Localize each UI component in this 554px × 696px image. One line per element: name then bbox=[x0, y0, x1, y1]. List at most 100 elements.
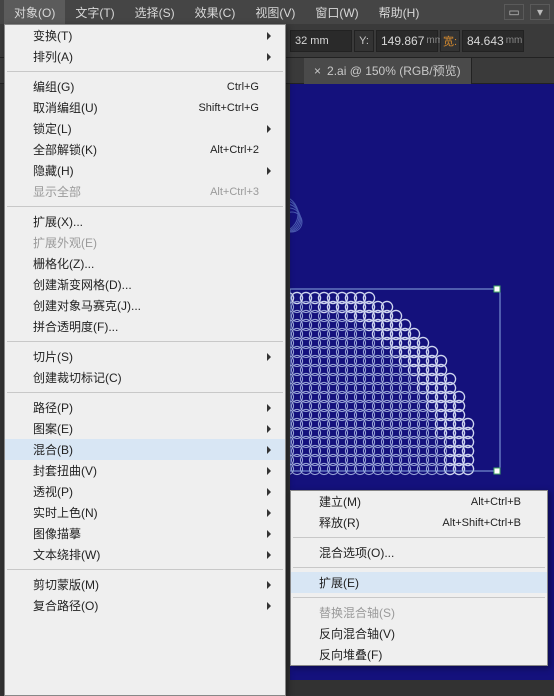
menubar: 对象(O) 文字(T) 选择(S) 效果(C) 视图(V) 窗口(W) 帮助(H… bbox=[0, 0, 554, 24]
object-menu-item-24[interactable]: 透视(P) bbox=[5, 481, 285, 502]
menu-item-label: 扩展(X)... bbox=[33, 213, 83, 230]
object-menu-item-10[interactable]: 扩展(X)... bbox=[5, 211, 285, 232]
menu-effect[interactable]: 效果(C) bbox=[185, 0, 246, 25]
object-menu-item-11: 扩展外观(E) bbox=[5, 232, 285, 253]
blend-menu-item-7: 替换混合轴(S) bbox=[291, 602, 547, 623]
menu-item-label: 栅格化(Z)... bbox=[33, 255, 94, 272]
menu-separator bbox=[293, 597, 545, 598]
menubar-icons: ▭ ▾ bbox=[504, 4, 550, 20]
blend-menu-item-9[interactable]: 反向堆叠(F) bbox=[291, 644, 547, 665]
object-menu-item-22[interactable]: 混合(B) bbox=[5, 439, 285, 460]
close-icon[interactable]: × bbox=[314, 64, 321, 78]
menu-item-label: 复合路径(O) bbox=[33, 597, 98, 614]
object-menu-item-21[interactable]: 图案(E) bbox=[5, 418, 285, 439]
object-menu-item-4[interactable]: 取消编组(U) Shift+Ctrl+G bbox=[5, 97, 285, 118]
menu-item-label: 扩展外观(E) bbox=[33, 234, 97, 251]
menu-item-label: 混合选项(O)... bbox=[319, 544, 394, 561]
object-menu-item-7[interactable]: 隐藏(H) bbox=[5, 160, 285, 181]
menu-select[interactable]: 选择(S) bbox=[125, 0, 185, 25]
menu-separator bbox=[7, 206, 283, 207]
menu-view[interactable]: 视图(V) bbox=[245, 0, 305, 25]
blend-menu-item-5[interactable]: 扩展(E) bbox=[291, 572, 547, 593]
menu-separator bbox=[7, 569, 283, 570]
object-menu-item-14[interactable]: 创建对象马赛克(J)... bbox=[5, 295, 285, 316]
doc-tab[interactable]: × 2.ai @ 150% (RGB/预览) bbox=[304, 58, 472, 84]
menu-item-label: 创建对象马赛克(J)... bbox=[33, 297, 141, 314]
object-menu-item-6[interactable]: 全部解锁(K) Alt+Ctrl+2 bbox=[5, 139, 285, 160]
object-menu-item-1[interactable]: 排列(A) bbox=[5, 46, 285, 67]
y-value[interactable]: 149.867mm bbox=[376, 30, 438, 52]
menu-item-label: 反向混合轴(V) bbox=[319, 625, 395, 642]
menu-object[interactable]: 对象(O) bbox=[4, 0, 65, 25]
menu-separator bbox=[7, 392, 283, 393]
shortcut-label: Alt+Ctrl+2 bbox=[210, 144, 259, 156]
object-menu-item-13[interactable]: 创建渐变网格(D)... bbox=[5, 274, 285, 295]
menu-item-label: 隐藏(H) bbox=[33, 162, 74, 179]
object-menu-item-27[interactable]: 文本绕排(W) bbox=[5, 544, 285, 565]
object-menu-item-18[interactable]: 创建裁切标记(C) bbox=[5, 367, 285, 388]
menu-item-label: 切片(S) bbox=[33, 348, 73, 365]
menu-item-label: 排列(A) bbox=[33, 48, 73, 65]
menu-separator bbox=[7, 71, 283, 72]
width-value[interactable]: 84.643mm bbox=[462, 30, 524, 52]
menu-separator bbox=[293, 537, 545, 538]
tab-label: 2.ai @ 150% (RGB/预览) bbox=[327, 62, 461, 79]
menu-item-label: 创建裁切标记(C) bbox=[33, 369, 122, 386]
shortcut-label: Alt+Ctrl+B bbox=[471, 496, 521, 508]
menu-type[interactable]: 文字(T) bbox=[65, 0, 124, 25]
blend-menu-item-3[interactable]: 混合选项(O)... bbox=[291, 542, 547, 563]
menu-window[interactable]: 窗口(W) bbox=[305, 0, 368, 25]
menu-item-label: 拼合透明度(F)... bbox=[33, 318, 118, 335]
menu-item-label: 封套扭曲(V) bbox=[33, 462, 97, 479]
menu-item-label: 创建渐变网格(D)... bbox=[33, 276, 132, 293]
menu-item-label: 释放(R) bbox=[319, 514, 360, 531]
menu-item-label: 替换混合轴(S) bbox=[319, 604, 395, 621]
object-menu-item-0[interactable]: 变换(T) bbox=[5, 25, 285, 46]
menu-item-label: 显示全部 bbox=[33, 183, 81, 200]
menu-item-label: 建立(M) bbox=[319, 493, 361, 510]
submenu-blend: 建立(M) Alt+Ctrl+B 释放(R) Alt+Shift+Ctrl+B 混合选项… bbox=[290, 490, 548, 666]
x-value[interactable]: 32 mm bbox=[290, 30, 352, 52]
object-menu-item-5[interactable]: 锁定(L) bbox=[5, 118, 285, 139]
menu-item-label: 图像描摹 bbox=[33, 525, 81, 542]
menu-item-label: 剪切蒙版(M) bbox=[33, 576, 99, 593]
object-menu-item-25[interactable]: 实时上色(N) bbox=[5, 502, 285, 523]
menu-separator bbox=[293, 567, 545, 568]
y-label: Y: bbox=[354, 30, 374, 52]
object-menu-item-23[interactable]: 封套扭曲(V) bbox=[5, 460, 285, 481]
object-menu-item-12[interactable]: 栅格化(Z)... bbox=[5, 253, 285, 274]
object-menu-item-3[interactable]: 编组(G) Ctrl+G bbox=[5, 76, 285, 97]
menu-item-label: 扩展(E) bbox=[319, 574, 359, 591]
menu-item-label: 全部解锁(K) bbox=[33, 141, 97, 158]
object-menu-item-8: 显示全部 Alt+Ctrl+3 bbox=[5, 181, 285, 202]
blend-menu-item-0[interactable]: 建立(M) Alt+Ctrl+B bbox=[291, 491, 547, 512]
menu-item-label: 实时上色(N) bbox=[33, 504, 98, 521]
shortcut-label: Ctrl+G bbox=[227, 81, 259, 93]
shortcut-label: Shift+Ctrl+G bbox=[198, 102, 259, 114]
object-menu-item-15[interactable]: 拼合透明度(F)... bbox=[5, 316, 285, 337]
menu-item-label: 混合(B) bbox=[33, 441, 73, 458]
arrange-icon[interactable]: ▾ bbox=[530, 4, 550, 20]
object-menu-item-26[interactable]: 图像描摹 bbox=[5, 523, 285, 544]
menu-separator bbox=[7, 341, 283, 342]
menu-help[interactable]: 帮助(H) bbox=[369, 0, 430, 25]
context-menu-object: 变换(T) 排列(A) 编组(G) Ctrl+G 取消编组(U) Shift+Ctrl+G… bbox=[4, 24, 286, 696]
width-label: 宽: bbox=[440, 30, 460, 52]
shortcut-label: Alt+Shift+Ctrl+B bbox=[442, 517, 521, 529]
menu-item-label: 变换(T) bbox=[33, 27, 72, 44]
blend-menu-item-8[interactable]: 反向混合轴(V) bbox=[291, 623, 547, 644]
shortcut-label: Alt+Ctrl+3 bbox=[210, 186, 259, 198]
object-menu-item-29[interactable]: 剪切蒙版(M) bbox=[5, 574, 285, 595]
object-menu-item-30[interactable]: 复合路径(O) bbox=[5, 595, 285, 616]
blend-menu-item-1[interactable]: 释放(R) Alt+Shift+Ctrl+B bbox=[291, 512, 547, 533]
menu-item-label: 路径(P) bbox=[33, 399, 73, 416]
menu-item-label: 编组(G) bbox=[33, 78, 74, 95]
menu-item-label: 透视(P) bbox=[33, 483, 73, 500]
object-menu-item-20[interactable]: 路径(P) bbox=[5, 397, 285, 418]
menu-item-label: 锁定(L) bbox=[33, 120, 72, 137]
object-menu-item-17[interactable]: 切片(S) bbox=[5, 346, 285, 367]
workspace-icon[interactable]: ▭ bbox=[504, 4, 524, 20]
menu-item-label: 反向堆叠(F) bbox=[319, 646, 382, 663]
menu-item-label: 文本绕排(W) bbox=[33, 546, 100, 563]
menu-item-label: 取消编组(U) bbox=[33, 99, 98, 116]
